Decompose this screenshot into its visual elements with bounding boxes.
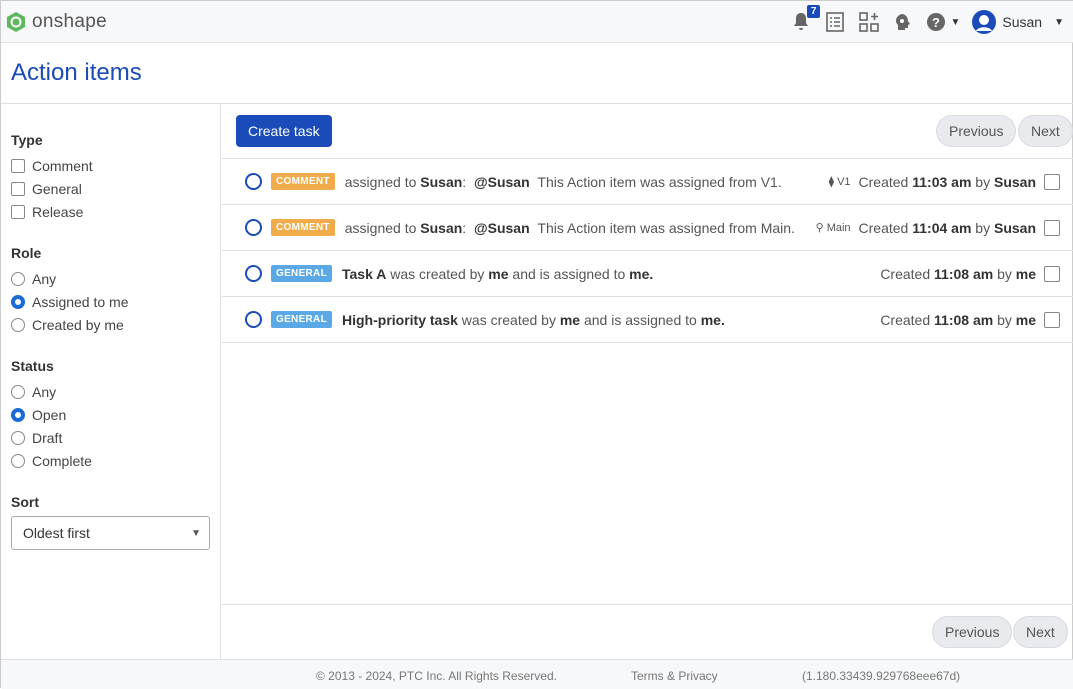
type-tag: COMMENT: [271, 173, 335, 190]
branch-icon: ⚲ Main: [815, 222, 851, 234]
item-checkbox[interactable]: [1044, 265, 1060, 282]
filter-sidebar: Type Comment General Release Role Any As…: [1, 104, 221, 659]
status-circle-icon[interactable]: [245, 173, 262, 190]
dropdown-arrow-icon: ▼: [191, 527, 201, 539]
status-complete-radio[interactable]: Complete: [11, 449, 210, 472]
terms-privacy-link[interactable]: Terms & Privacy: [631, 669, 718, 683]
sort-heading: Sort: [11, 494, 39, 510]
item-checkbox[interactable]: [1044, 219, 1060, 236]
type-heading: Type: [11, 132, 43, 148]
avatar: [972, 10, 997, 34]
type-tag: GENERAL: [271, 311, 332, 328]
create-task-button[interactable]: Create task: [236, 115, 332, 147]
chevron-down-icon: ▼: [1054, 16, 1064, 28]
version-string: (1.180.33439.929768eee67d): [802, 669, 961, 683]
item-checkbox[interactable]: [1044, 173, 1060, 190]
status-circle-icon[interactable]: [245, 311, 262, 328]
role-heading: Role: [11, 245, 42, 261]
status-open-radio[interactable]: Open: [11, 403, 210, 426]
learning-center-icon[interactable]: [892, 11, 914, 33]
type-tag: COMMENT: [271, 219, 335, 236]
next-button-bottom[interactable]: Next: [1013, 616, 1068, 648]
type-release-checkbox[interactable]: Release: [11, 200, 210, 223]
list-item[interactable]: COMMENT assigned to Susan: @Susan This A…: [222, 205, 1073, 251]
action-items-panel: Create task Previous Next COMMENT assign…: [222, 104, 1073, 659]
tasks-checklist-icon[interactable]: [824, 11, 846, 33]
type-tag: GENERAL: [271, 265, 332, 282]
list-item[interactable]: GENERAL Task A was created by me and is …: [222, 251, 1073, 297]
version-icon: ⧫ V1: [828, 176, 851, 188]
help-icon[interactable]: ? ▼: [926, 11, 960, 33]
next-button[interactable]: Next: [1018, 115, 1073, 147]
footer: © 2013 - 2024, PTC Inc. All Rights Reser…: [1, 659, 1073, 689]
svg-text:?: ?: [932, 15, 940, 30]
copyright: © 2013 - 2024, PTC Inc. All Rights Reser…: [316, 669, 557, 683]
status-circle-icon[interactable]: [245, 265, 262, 282]
page-title: Action items: [11, 59, 142, 86]
type-general-checkbox[interactable]: General: [11, 177, 210, 200]
onshape-logo[interactable]: onshape: [6, 11, 107, 33]
divider: [222, 604, 1073, 605]
role-any-radio[interactable]: Any: [11, 267, 210, 290]
status-draft-radio[interactable]: Draft: [11, 426, 210, 449]
status-circle-icon[interactable]: [245, 219, 262, 236]
user-menu[interactable]: Susan ▼: [972, 10, 1064, 34]
app-store-icon[interactable]: [858, 11, 880, 33]
previous-button-bottom[interactable]: Previous: [932, 616, 1013, 648]
status-heading: Status: [11, 358, 54, 374]
item-checkbox[interactable]: [1044, 311, 1060, 328]
list-item[interactable]: COMMENT assigned to Susan: @Susan This A…: [222, 159, 1073, 205]
sort-select[interactable]: Oldest first ▼: [11, 516, 210, 550]
role-assigned-radio[interactable]: Assigned to me: [11, 290, 210, 313]
notifications-bell-icon[interactable]: 7: [790, 5, 821, 33]
previous-button[interactable]: Previous: [936, 115, 1017, 147]
top-bar: onshape 7 ? ▼ Susan ▼: [1, 1, 1073, 43]
onshape-logo-icon: [7, 11, 25, 32]
status-any-radio[interactable]: Any: [11, 380, 210, 403]
action-items-list: COMMENT assigned to Susan: @Susan This A…: [222, 158, 1073, 343]
list-item[interactable]: GENERAL High-priority task was created b…: [222, 297, 1073, 343]
notification-count-badge: 7: [806, 5, 821, 18]
role-created-radio[interactable]: Created by me: [11, 313, 210, 336]
type-comment-checkbox[interactable]: Comment: [11, 154, 210, 177]
